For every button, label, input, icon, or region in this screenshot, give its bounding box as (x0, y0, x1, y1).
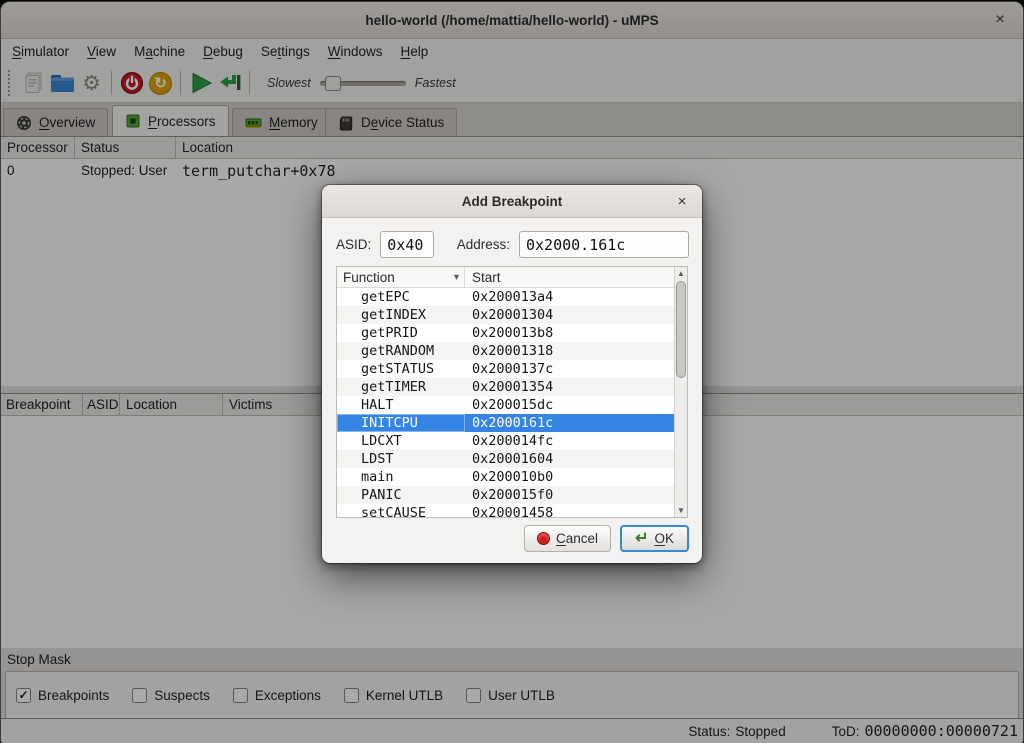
function-row[interactable]: LDCXT0x200014fc (337, 432, 674, 450)
address-input[interactable] (519, 231, 689, 258)
function-list-header: Function ▾ Start (337, 267, 687, 288)
scroll-down-icon[interactable]: ▼ (675, 504, 687, 517)
function-row-selected[interactable]: INITCPU0x2000161c (337, 414, 674, 432)
dialog-titlebar[interactable]: Add Breakpoint × (322, 185, 702, 218)
function-list: Function ▾ Start getEPC0x200013a4 getIND… (336, 266, 688, 518)
function-row[interactable]: LDST0x20001604 (337, 450, 674, 468)
cancel-button[interactable]: Cancel (524, 525, 611, 552)
function-row[interactable]: PANIC0x200015f0 (337, 486, 674, 504)
sort-indicator-icon: ▾ (454, 272, 459, 283)
ok-button[interactable]: ↵ OK (620, 525, 689, 552)
screen: hello-world (/home/mattia/hello-world) -… (0, 0, 1024, 743)
function-row[interactable]: HALT0x200015dc (337, 396, 674, 414)
scroll-up-icon[interactable]: ▲ (675, 267, 687, 280)
asid-input[interactable] (380, 231, 434, 258)
function-row[interactable]: getSTATUS0x2000137c (337, 360, 674, 378)
function-column-header[interactable]: Function ▾ (337, 267, 465, 287)
list-scrollbar[interactable]: ▲ ▼ (674, 267, 687, 517)
function-row[interactable]: setCAUSE0x20001458 (337, 504, 674, 517)
function-row[interactable]: getTIMER0x20001354 (337, 378, 674, 396)
scrollbar-thumb[interactable] (676, 281, 686, 378)
ok-check-icon: ↵ (635, 531, 648, 547)
start-column-header[interactable]: Start (465, 267, 687, 287)
asid-label: ASID: (336, 237, 371, 252)
function-row[interactable]: main0x200010b0 (337, 468, 674, 486)
function-row[interactable]: getPRID0x200013b8 (337, 324, 674, 342)
function-rows: getEPC0x200013a4 getINDEX0x20001304 getP… (337, 288, 674, 517)
cancel-icon (537, 532, 550, 545)
add-breakpoint-dialog: Add Breakpoint × ASID: Address: Function… (322, 185, 702, 563)
dialog-fields: ASID: Address: (336, 231, 689, 258)
dialog-title: Add Breakpoint (462, 194, 563, 209)
function-row[interactable]: getINDEX0x20001304 (337, 306, 674, 324)
dialog-buttons: Cancel ↵ OK (322, 525, 689, 552)
dialog-close-icon[interactable]: × (673, 192, 691, 210)
function-row[interactable]: getEPC0x200013a4 (337, 288, 674, 306)
address-label: Address: (457, 237, 510, 252)
function-row[interactable]: getRANDOM0x20001318 (337, 342, 674, 360)
